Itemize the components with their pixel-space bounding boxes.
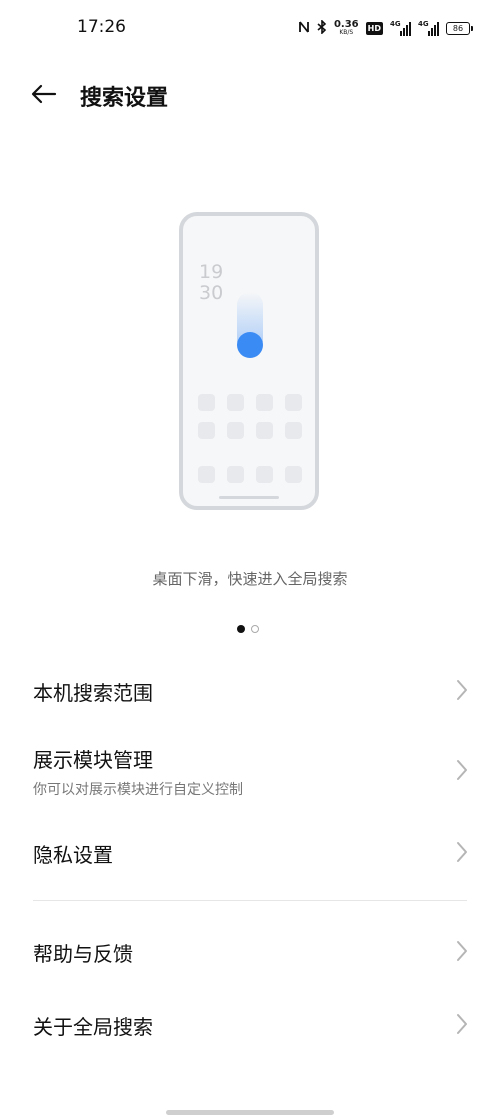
nfc-icon bbox=[298, 20, 310, 37]
app-icon-placeholder bbox=[227, 466, 244, 483]
setting-display-modules[interactable]: 展示模块管理 你可以对展示模块进行自定义控制 bbox=[0, 730, 500, 810]
setting-title: 隐私设置 bbox=[33, 843, 113, 867]
signal-icon: 4G bbox=[390, 20, 411, 36]
battery-icon: 86 bbox=[446, 21, 473, 35]
setting-title: 帮助与反馈 bbox=[33, 942, 133, 966]
app-icon-placeholder bbox=[285, 422, 302, 439]
app-icon-grid bbox=[198, 394, 302, 439]
carousel-pager bbox=[237, 625, 259, 633]
arrow-left-icon bbox=[31, 84, 57, 104]
chevron-right-icon bbox=[457, 941, 467, 961]
chevron-right-icon bbox=[457, 1014, 467, 1034]
top-app-bar: 搜索设置 bbox=[0, 70, 500, 116]
setting-local-search-scope[interactable]: 本机搜索范围 bbox=[0, 660, 500, 720]
chevron-right-icon bbox=[457, 760, 467, 780]
carousel-caption: 桌面下滑，快速进入全局搜索 bbox=[152, 570, 348, 588]
app-icon-placeholder bbox=[227, 422, 244, 439]
app-icon-placeholder bbox=[285, 394, 302, 411]
app-icon-placeholder bbox=[198, 422, 215, 439]
illustration-home-bar bbox=[219, 496, 279, 499]
chevron-right-icon bbox=[457, 680, 467, 700]
signal-tag: 4G bbox=[390, 20, 401, 28]
signal-tag: 4G bbox=[418, 20, 429, 28]
signal-icon: 4G bbox=[418, 20, 439, 36]
network-speed-unit: KB/S bbox=[339, 29, 354, 36]
clock-hour: 19 bbox=[199, 261, 224, 283]
hd-icon: HD bbox=[365, 21, 383, 35]
swipe-illustration: 19 30 bbox=[179, 212, 319, 510]
back-button[interactable] bbox=[28, 78, 60, 110]
dock-icon-row bbox=[198, 466, 302, 483]
status-icons: 0.36 KB/S HD 4G 4G 86 bbox=[298, 16, 473, 40]
bluetooth-icon bbox=[317, 18, 327, 37]
section-divider bbox=[33, 900, 467, 901]
page-title: 搜索设置 bbox=[80, 86, 169, 111]
pager-dot[interactable] bbox=[251, 625, 259, 633]
setting-privacy[interactable]: 隐私设置 bbox=[0, 822, 500, 882]
status-time: 17:26 bbox=[77, 17, 126, 37]
status-bar: 17:26 0.36 KB/S HD 4G 4G 86 bbox=[0, 0, 500, 56]
app-icon-placeholder bbox=[198, 466, 215, 483]
app-icon-placeholder bbox=[198, 394, 215, 411]
setting-about-global-search[interactable]: 关于全局搜索 bbox=[0, 994, 500, 1054]
gesture-navigation-bar[interactable] bbox=[166, 1110, 334, 1115]
app-icon-placeholder bbox=[256, 422, 273, 439]
app-icon-placeholder bbox=[285, 466, 302, 483]
network-speed: 0.36 KB/S bbox=[334, 20, 359, 36]
setting-title: 展示模块管理 bbox=[33, 748, 153, 772]
app-icon-placeholder bbox=[227, 394, 244, 411]
chevron-right-icon bbox=[457, 842, 467, 862]
app-icon-placeholder bbox=[256, 394, 273, 411]
clock-minute: 30 bbox=[199, 282, 224, 304]
setting-help-feedback[interactable]: 帮助与反馈 bbox=[0, 921, 500, 981]
setting-title: 关于全局搜索 bbox=[33, 1015, 153, 1039]
setting-subtitle: 你可以对展示模块进行自定义控制 bbox=[33, 782, 243, 798]
illustration-clock: 19 30 bbox=[199, 262, 223, 304]
setting-title: 本机搜索范围 bbox=[33, 681, 153, 705]
swipe-touch-point bbox=[237, 332, 263, 358]
app-icon-placeholder bbox=[256, 466, 273, 483]
pager-dot-active[interactable] bbox=[237, 625, 245, 633]
